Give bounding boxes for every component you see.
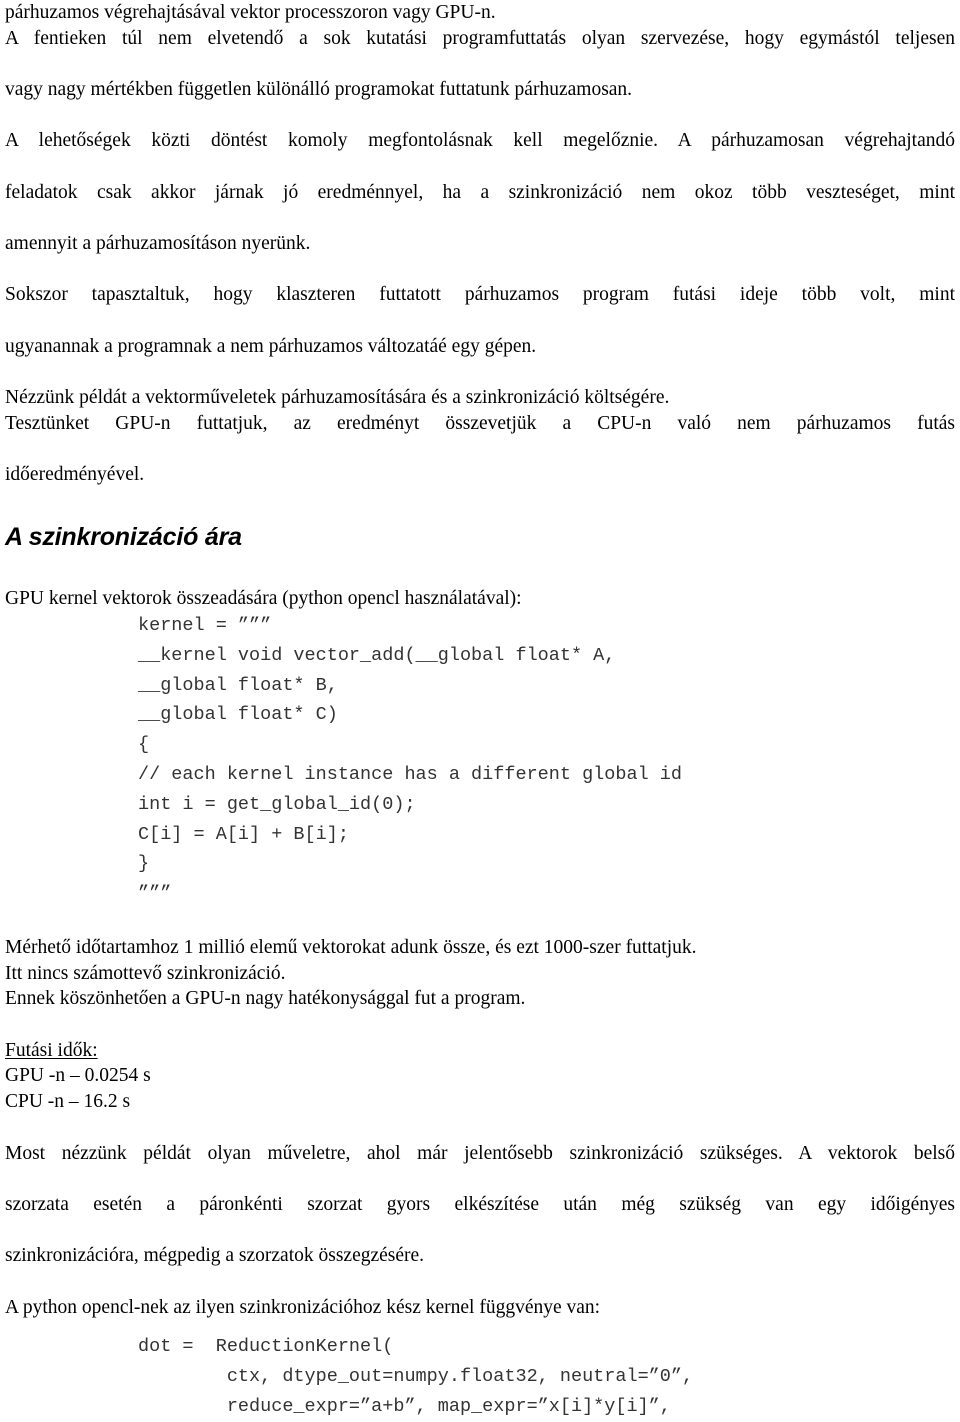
text-line: Itt nincs számottevő szinkronizáció.: [5, 962, 286, 984]
paragraph-dot-product: Most nézzünk példát olyan műveletre, aho…: [5, 1141, 955, 1269]
heading-spacer: [5, 488, 955, 522]
code-line: dot = ReductionKernel(: [138, 1336, 394, 1358]
code-line: C[i] = A[i] + B[i];: [138, 823, 349, 845]
code-line: __kernel void vector_add(__global float*…: [138, 644, 616, 666]
paragraph-experience: Sokszor tapasztaltuk, hogy klaszteren fu…: [5, 282, 955, 359]
text-line: feladatok csak akkor járnak jó eredménny…: [5, 181, 955, 203]
paragraph-example: Nézzünk példát a vektorműveletek párhuza…: [5, 385, 955, 487]
text-line: ugyanannak a programnak a nem párhuzamos…: [5, 335, 537, 357]
caption-reduction-kernel: A python opencl-nek az ilyen szinkronizá…: [5, 1295, 955, 1321]
code-line: kernel = ”””: [138, 615, 272, 637]
code-line: __global float* B,: [138, 674, 338, 696]
text-line: amennyit a párhuzamosításon nyerünk.: [5, 232, 311, 254]
code-block-reduction-kernel: dot = ReductionKernel( ctx, dtype_out=nu…: [5, 1332, 955, 1421]
code-line: __global float* C): [138, 704, 338, 726]
code-line: int i = get_global_id(0);: [138, 793, 416, 815]
text-line: Most nézzünk példát olyan műveletre, aho…: [5, 1142, 955, 1164]
text-line: Ennek köszönhetően a GPU-n nagy hatékony…: [5, 988, 526, 1010]
runtime-gpu: GPU -n – 0.0254 s: [5, 1065, 151, 1087]
paragraph-decision: A lehetőségek közti döntést komoly megfo…: [5, 128, 955, 256]
code-block-vector-add: kernel = ””” __kernel void vector_add(__g…: [5, 611, 955, 909]
text-line: A fentieken túl nem elvetendő a sok kuta…: [5, 27, 955, 49]
runtimes-block: Futási idők: GPU -n – 0.0254 s CPU -n – …: [5, 1038, 955, 1115]
code-line: ctx, dtype_out=numpy.float32, neutral=”0…: [138, 1365, 694, 1387]
text-line: Sokszor tapasztaltuk, hogy klaszteren fu…: [5, 284, 955, 306]
text-line: A lehetőségek közti döntést komoly megfo…: [5, 130, 955, 152]
text-line: Nézzünk példát a vektorműveletek párhuza…: [5, 387, 670, 409]
runtimes-label: Futási idők:: [5, 1038, 955, 1064]
code-line: // each kernel instance has a different …: [138, 764, 682, 786]
paragraph-measurement: Mérhető időtartamhoz 1 millió elemű vekt…: [5, 935, 955, 1012]
text-line: időeredményével.: [5, 463, 145, 485]
caption-gpu-kernel: GPU kernel vektorok összeadására (python…: [5, 586, 955, 612]
heading-spacer: [5, 552, 955, 586]
runtimes-label-text: Futási idők:: [5, 1039, 98, 1061]
text-line: Mérhető időtartamhoz 1 millió elemű vekt…: [5, 937, 697, 959]
document-body: párhuzamos végrehajtásával vektor proces…: [5, 0, 955, 1422]
paragraph-intro: párhuzamos végrehajtásával vektor proces…: [5, 0, 955, 102]
text-line: GPU kernel vektorok összeadására (python…: [5, 587, 522, 609]
code-line: }: [138, 853, 150, 875]
document-page: párhuzamos végrehajtásával vektor proces…: [0, 0, 960, 1417]
text-line: Tesztünket GPU-n futtatjuk, az eredményt…: [5, 412, 955, 434]
code-line: {: [138, 734, 150, 756]
code-spacer: [5, 1320, 955, 1332]
text-line: szinkronizációra, mégpedig a szorzatok ö…: [5, 1245, 425, 1266]
section-heading-sync-cost: A szinkronizáció ára: [5, 522, 242, 551]
text-line: A python opencl-nek az ilyen szinkronizá…: [5, 1296, 601, 1318]
code-line: ”””: [138, 883, 172, 905]
runtime-cpu: CPU -n – 16.2 s: [5, 1091, 131, 1113]
text-line: szorzata esetén a páronkénti szorzat gyo…: [5, 1193, 955, 1215]
text-line: vagy nagy mértékben független különálló …: [5, 78, 633, 100]
text-line: párhuzamos végrehajtásával vektor proces…: [5, 2, 496, 23]
code-line: reduce_expr=”a+b”, map_expr=”x[i]*y[i]”,: [138, 1395, 671, 1417]
